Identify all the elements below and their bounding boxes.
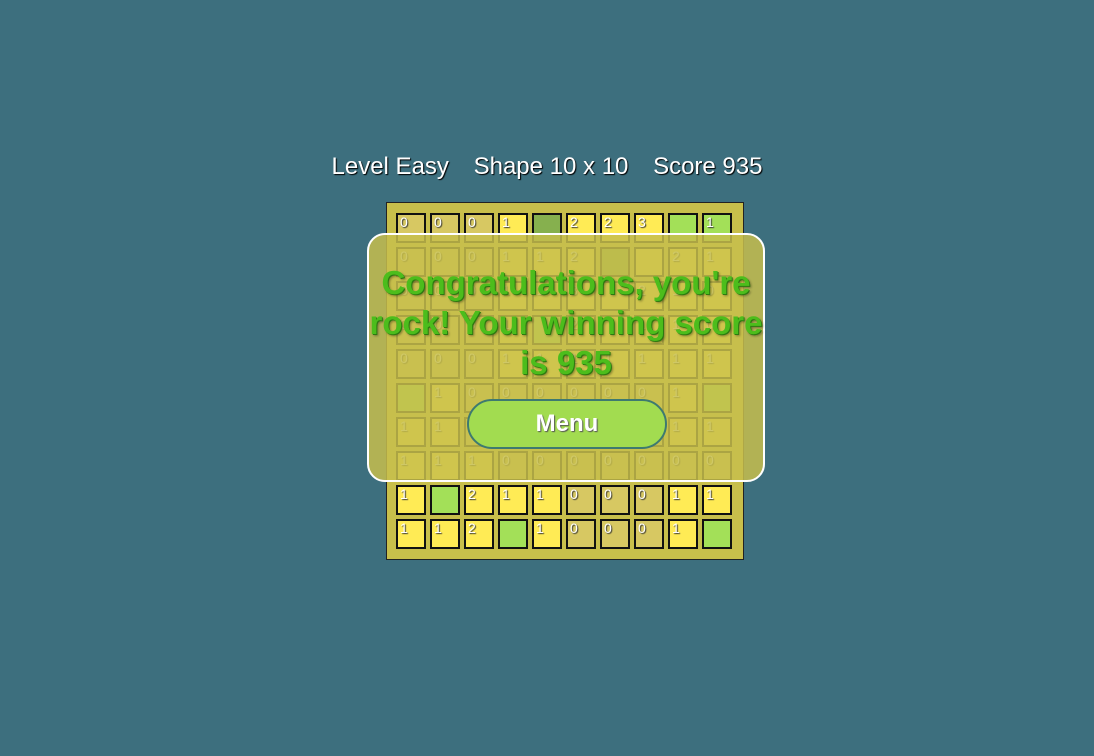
board-cell[interactable]: 1 — [430, 519, 460, 549]
board-cell[interactable]: 1 — [702, 485, 732, 515]
win-dialog: Congratulations, you're rock! Your winni… — [367, 233, 765, 482]
board-cell[interactable]: 0 — [634, 485, 664, 515]
board-cell[interactable]: 1 — [498, 485, 528, 515]
board-cell[interactable]: 0 — [600, 519, 630, 549]
board-cell[interactable]: 1 — [532, 519, 562, 549]
board-cell[interactable] — [498, 519, 528, 549]
board-cell[interactable]: 1 — [532, 485, 562, 515]
status-bar: Level Easy Shape 10 x 10 Score 935 — [0, 153, 1094, 181]
level-label: Level Easy — [331, 153, 449, 180]
board-cell[interactable]: 1 — [668, 519, 698, 549]
menu-button[interactable]: Menu — [467, 399, 667, 449]
board-cell[interactable]: 0 — [600, 485, 630, 515]
game-screen: Level Easy Shape 10 x 10 Score 935 00012… — [0, 0, 1094, 756]
board-cell[interactable]: 1 — [668, 485, 698, 515]
shape-label: Shape 10 x 10 — [473, 153, 629, 180]
board-cell[interactable] — [702, 519, 732, 549]
board-cell[interactable]: 0 — [566, 519, 596, 549]
win-message: Congratulations, you're rock! Your winni… — [369, 264, 763, 381]
board-cell[interactable] — [430, 485, 460, 515]
board-cell[interactable]: 1 — [396, 519, 426, 549]
board-cell[interactable]: 0 — [634, 519, 664, 549]
score-label: Score 935 — [653, 153, 763, 180]
board-cell[interactable]: 1 — [396, 485, 426, 515]
board-cell[interactable]: 0 — [566, 485, 596, 515]
board-cell[interactable]: 2 — [464, 519, 494, 549]
board-cell[interactable]: 2 — [464, 485, 494, 515]
